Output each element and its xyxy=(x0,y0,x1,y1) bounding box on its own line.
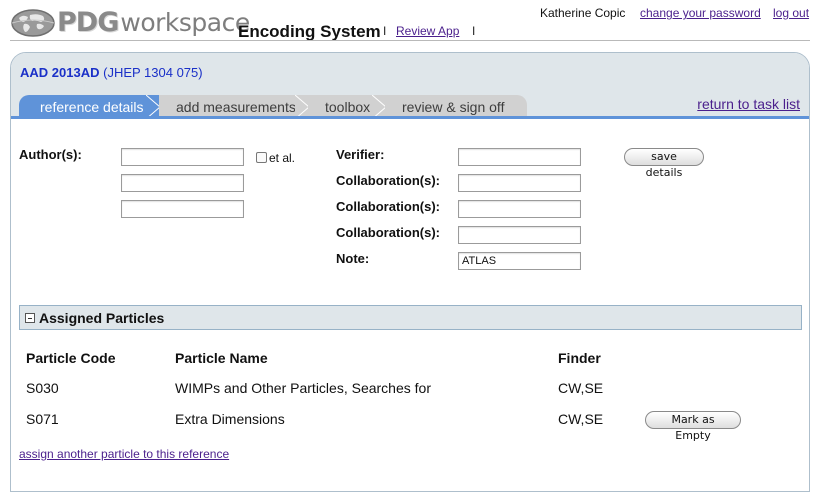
assign-particle-link[interactable]: assign another particle to this referenc… xyxy=(19,447,229,461)
reference-id: AAD 2013AD xyxy=(20,65,100,80)
change-password-link[interactable]: change your password xyxy=(640,6,761,20)
column-header-code: Particle Code xyxy=(26,350,116,366)
mark-as-empty-button[interactable]: Mark as Empty xyxy=(645,411,741,442)
logout-link[interactable]: log out xyxy=(773,6,809,20)
collaboration-field-2[interactable] xyxy=(458,200,581,218)
particle-code: S030 xyxy=(26,380,59,396)
author-field-1[interactable] xyxy=(121,148,244,166)
collaboration-label: Collaboration(s): xyxy=(336,173,440,188)
assigned-particles-header[interactable]: Assigned Particles xyxy=(19,305,802,330)
globe-icon xyxy=(11,9,55,37)
particle-name: Extra Dimensions xyxy=(175,411,285,427)
save-details-button[interactable]: save details xyxy=(624,148,704,179)
header-separator: I xyxy=(472,24,476,38)
reference-title: AAD 2013AD (JHEP 1304 075) xyxy=(20,65,203,80)
verifier-label: Verifier: xyxy=(336,147,385,162)
user-name: Katherine Copic xyxy=(540,6,626,20)
particle-finder: CW,SE xyxy=(558,380,604,396)
collaboration-field-3[interactable] xyxy=(458,226,581,244)
tab-label: review & sign off xyxy=(402,99,505,115)
tab-underline xyxy=(11,116,809,119)
section-title: Assigned Particles xyxy=(39,310,165,326)
minus-square-icon[interactable] xyxy=(25,313,35,323)
header-divider xyxy=(10,40,810,41)
column-header-finder: Finder xyxy=(558,350,601,366)
column-header-name: Particle Name xyxy=(175,350,268,366)
note-field[interactable] xyxy=(458,252,581,270)
author-field-2[interactable] xyxy=(121,174,244,192)
pdg-workspace-logo: PDG workspace xyxy=(10,8,250,38)
authors-label: Author(s): xyxy=(19,147,82,162)
review-app-link[interactable]: Review App xyxy=(396,24,459,38)
particle-name: WIMPs and Other Particles, Searches for xyxy=(175,380,431,396)
logo-pdg-text: PDG xyxy=(57,7,119,38)
header-separator: I xyxy=(383,24,387,38)
collaboration-label: Collaboration(s): xyxy=(336,199,440,214)
logo-workspace-text: workspace xyxy=(120,8,250,37)
collaboration-field-1[interactable] xyxy=(458,174,581,192)
verifier-field[interactable] xyxy=(458,148,581,166)
author-field-3[interactable] xyxy=(121,200,244,218)
note-label: Note: xyxy=(336,251,370,266)
return-to-task-list-link[interactable]: return to task list xyxy=(697,96,800,112)
tab-label: add measurements xyxy=(176,99,296,115)
et-al-checkbox[interactable] xyxy=(256,152,267,163)
et-al-label: et al. xyxy=(269,151,296,165)
tab-label: toolbox xyxy=(325,99,371,115)
app-title: Encoding System xyxy=(238,22,381,41)
collaboration-label: Collaboration(s): xyxy=(336,225,440,240)
panel-header: AAD 2013AD (JHEP 1304 075) reference det… xyxy=(11,53,809,119)
tab-label: reference details xyxy=(40,99,144,115)
particle-finder: CW,SE xyxy=(558,411,604,427)
particle-code: S071 xyxy=(26,411,59,427)
reference-panel: AAD 2013AD (JHEP 1304 075) reference det… xyxy=(10,52,810,492)
reference-citation: (JHEP 1304 075) xyxy=(103,65,203,80)
